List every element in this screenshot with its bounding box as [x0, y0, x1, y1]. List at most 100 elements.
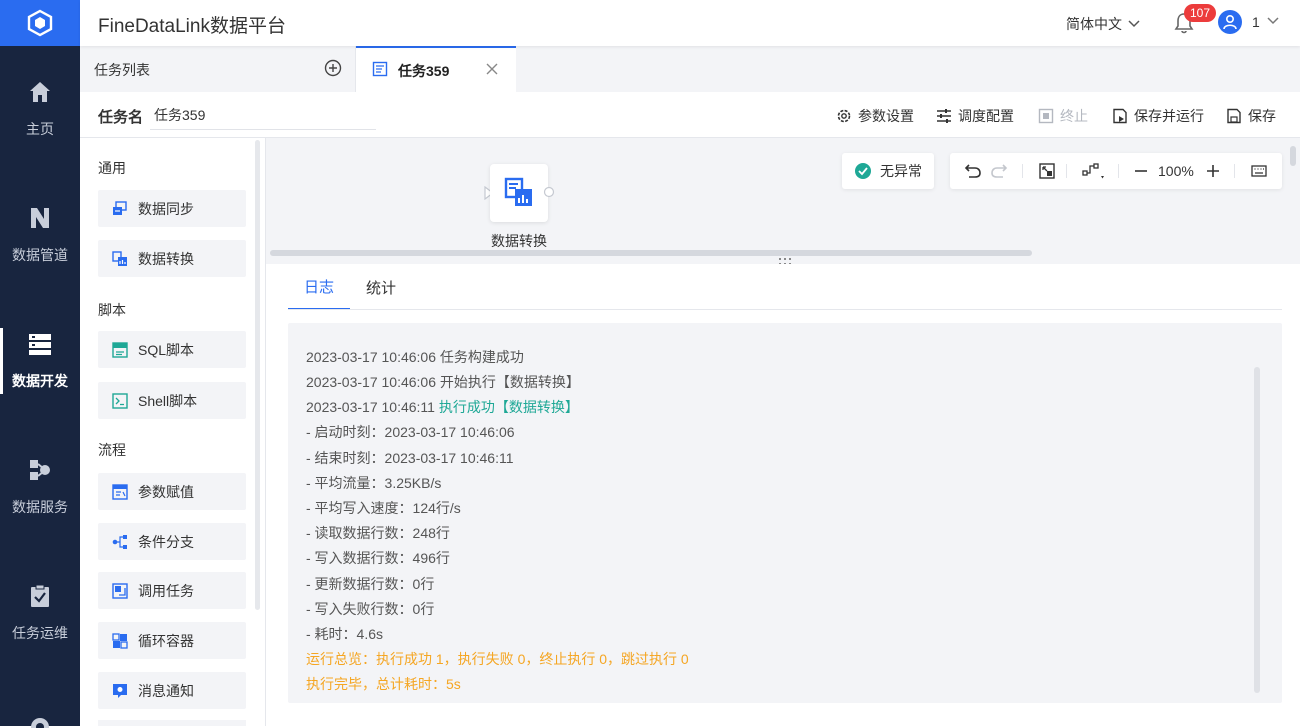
- keyboard-button[interactable]: [1250, 162, 1268, 180]
- flow-canvas[interactable]: 数据转换 无异常 100%: [266, 138, 1300, 265]
- palette-item-label: 循环容器: [138, 632, 194, 649]
- fit-view-button[interactable]: [1038, 162, 1056, 180]
- save-run-label: 保存并运行: [1134, 108, 1204, 124]
- palette-item-param-assign[interactable]: 参数赋值: [98, 473, 246, 510]
- schedule-label: 调度配置: [958, 108, 1014, 124]
- check-circle-icon: [855, 163, 871, 179]
- palette-scrollbar[interactable]: [255, 140, 260, 610]
- redo-icon: [991, 164, 1008, 178]
- palette-item-sql-script[interactable]: SQL脚本: [98, 331, 246, 368]
- sidebar-item-ops[interactable]: 任务运维: [0, 550, 80, 676]
- zoom-in-button[interactable]: [1204, 162, 1222, 180]
- palette-item-call-task[interactable]: 调用任务: [98, 572, 246, 609]
- schedule-button[interactable]: 调度配置: [936, 106, 1014, 126]
- sidebar-item-home[interactable]: 主页: [0, 46, 80, 172]
- tab-bar: 任务列表 任务359: [80, 46, 1300, 92]
- add-circle-icon[interactable]: [324, 59, 342, 77]
- task-name-input[interactable]: [150, 100, 376, 130]
- palette-item-label: 数据转换: [138, 250, 194, 267]
- service-icon: [30, 460, 50, 480]
- save-icon: [1227, 108, 1241, 124]
- log-tabs: 日志 统计: [266, 264, 1300, 310]
- params-button[interactable]: 参数设置: [836, 106, 914, 126]
- sidebar-item-service[interactable]: 数据服务: [0, 424, 80, 550]
- undo-button[interactable]: [964, 162, 982, 180]
- toolbar-divider: [1066, 164, 1067, 178]
- palette-item-label: SQL脚本: [138, 341, 195, 358]
- status-label: 无异常: [880, 163, 922, 179]
- palette-item-label: 调用任务: [138, 582, 194, 599]
- palette-item-label: 条件分支: [138, 533, 194, 550]
- log-line: - 耗时：4.6s: [306, 626, 384, 642]
- language-selector[interactable]: 简体中文: [1066, 14, 1140, 34]
- undo-icon: [964, 164, 981, 178]
- branch-icon: [112, 534, 127, 549]
- status-badge[interactable]: 无异常: [842, 153, 934, 189]
- palette-item-loop-container[interactable]: 循环容器: [98, 622, 246, 659]
- tab-task-359[interactable]: 任务359: [356, 46, 516, 92]
- sidebar-item-label: 数据服务: [12, 499, 68, 515]
- tab-stats[interactable]: 统计: [350, 264, 412, 310]
- user-icon: [1223, 14, 1237, 30]
- canvas-vertical-scrollbar[interactable]: [1290, 146, 1296, 166]
- palette-item-data-sync[interactable]: 数据同步: [98, 190, 246, 227]
- home-icon: [30, 82, 50, 102]
- log-line: 2023-03-17 10:46:06 开始执行【数据转换】: [306, 374, 580, 390]
- save-run-button[interactable]: 保存并运行: [1112, 106, 1204, 126]
- log-scrollbar[interactable]: [1254, 367, 1260, 693]
- toolbar-divider: [1022, 164, 1023, 178]
- pipeline-icon: [31, 208, 49, 228]
- toolbar-divider: [1118, 164, 1119, 178]
- section-title: 流程: [98, 442, 126, 458]
- palette-item-label: 数据同步: [138, 200, 194, 217]
- log-line: - 结束时刻：2023-03-17 10:46:11: [306, 450, 514, 466]
- toolbar-divider: [1234, 164, 1235, 178]
- language-label: 简体中文: [1066, 16, 1122, 32]
- node-data-transform[interactable]: [490, 164, 548, 222]
- tab-task-list[interactable]: 任务列表: [80, 46, 356, 92]
- task-name-label: 任务名: [98, 109, 144, 126]
- plus-icon: [1207, 165, 1219, 177]
- keyboard-icon: [1251, 165, 1267, 177]
- sidebar-item-dev[interactable]: 数据开发: [0, 298, 80, 424]
- palette-item-data-transform[interactable]: 数据转换: [98, 240, 246, 277]
- app-title: FineDataLink数据平台: [98, 16, 286, 37]
- close-icon[interactable]: [486, 63, 498, 75]
- save-button[interactable]: 保存: [1226, 106, 1276, 126]
- redo-button[interactable]: [990, 162, 1008, 180]
- params-label: 参数设置: [858, 108, 914, 124]
- log-line: - 写入数据行数：496行: [306, 550, 450, 566]
- node-palette: 通用 数据同步 数据转换 脚本 SQL脚本 Shell脚本 流程 参数赋值 条件…: [80, 138, 266, 726]
- section-title: 脚本: [98, 302, 126, 318]
- palette-item-message-notify[interactable]: 消息通知: [98, 672, 246, 709]
- log-line-summary: 运行总览：执行成功 1，执行失败 0，终止执行 0，跳过执行 0: [306, 651, 689, 667]
- sidebar-item-pipeline[interactable]: 数据管道: [0, 172, 80, 298]
- sliders-icon: [937, 109, 951, 123]
- log-line: - 读取数据行数：248行: [306, 525, 450, 541]
- data-sync-icon: [113, 200, 127, 215]
- stop-button[interactable]: 终止: [1038, 106, 1088, 126]
- log-line: - 更新数据行数：0行: [306, 576, 435, 592]
- zoom-level: 100%: [1158, 163, 1194, 179]
- save-label: 保存: [1248, 108, 1276, 124]
- output-port-icon[interactable]: [543, 186, 555, 198]
- minus-icon: [1135, 170, 1147, 172]
- data-transform-icon: [112, 250, 127, 266]
- tab-log[interactable]: 日志: [288, 264, 350, 310]
- task-header: 任务名 参数设置 调度配置 终止 保存并运行 保存: [80, 92, 1300, 138]
- zoom-out-button[interactable]: [1132, 162, 1150, 180]
- palette-item-condition-branch[interactable]: 条件分支: [98, 523, 246, 560]
- loop-container-icon: [112, 632, 128, 649]
- chevron-down-icon[interactable]: [1266, 14, 1280, 28]
- top-bar: FineDataLink数据平台 简体中文 107 1: [80, 0, 1300, 46]
- canvas-scrollbar[interactable]: [270, 250, 1032, 256]
- avatar[interactable]: [1218, 10, 1242, 34]
- user-name[interactable]: 1: [1252, 14, 1260, 30]
- log-line-complete: 执行完毕，总计耗时：5s: [306, 676, 461, 692]
- palette-item-shell-script[interactable]: Shell脚本: [98, 382, 246, 419]
- layout-button[interactable]: [1082, 162, 1106, 180]
- log-line: - 平均流量：3.25KB/s: [306, 475, 442, 491]
- save-run-icon: [1113, 108, 1127, 124]
- tab-label: 任务359: [398, 63, 450, 79]
- app-logo[interactable]: [0, 0, 80, 46]
